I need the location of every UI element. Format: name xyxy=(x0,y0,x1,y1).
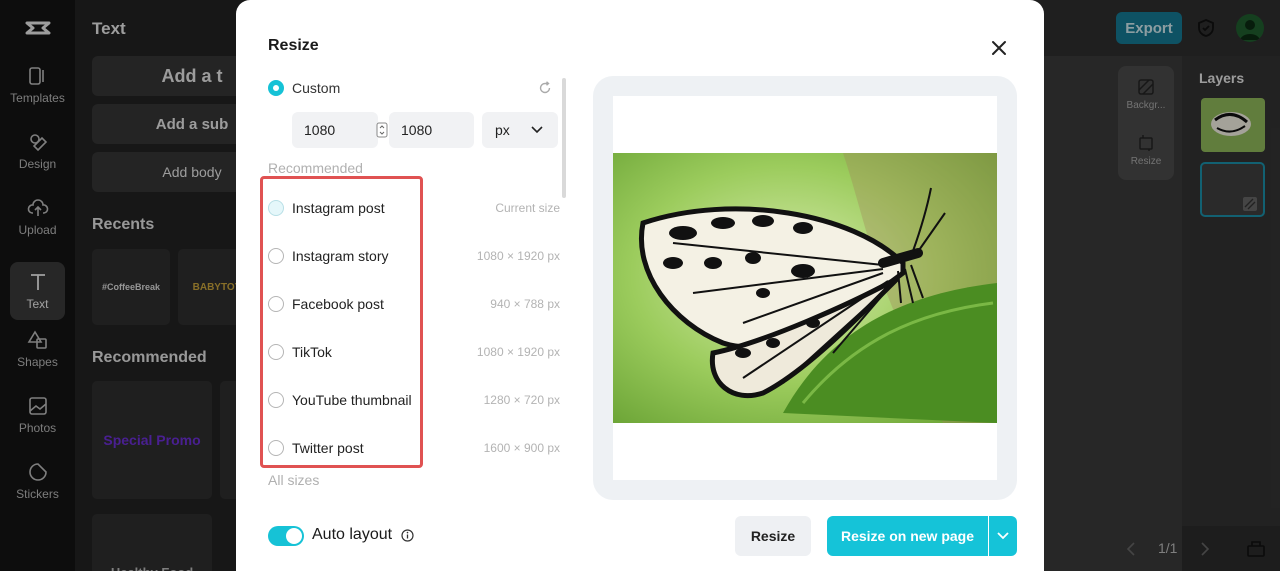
unit-select[interactable]: px xyxy=(482,112,558,148)
preset-option[interactable]: Instagram story 1080 × 1920 px xyxy=(268,232,560,280)
preset-size: 940 × 788 px xyxy=(490,297,560,311)
lock-ratio-icon[interactable] xyxy=(376,122,388,138)
preset-size: 1600 × 900 px xyxy=(483,441,560,455)
preset-option[interactable]: YouTube thumbnail 1280 × 720 px xyxy=(268,376,560,424)
close-icon[interactable] xyxy=(988,37,1010,59)
preset-name: Facebook post xyxy=(292,296,384,312)
preset-option[interactable]: Twitter post 1600 × 900 px xyxy=(268,424,560,472)
chevron-down-icon xyxy=(531,126,543,134)
resize-button[interactable]: Resize xyxy=(735,516,811,556)
preset-name: YouTube thumbnail xyxy=(292,392,412,408)
options-scrollbar[interactable] xyxy=(562,78,566,198)
preset-radio[interactable] xyxy=(268,248,284,264)
chevron-down-icon xyxy=(997,532,1009,540)
auto-layout-toggle[interactable] xyxy=(268,526,304,546)
auto-layout-label: Auto layout xyxy=(312,526,393,543)
recommended-label: Recommended xyxy=(268,160,363,176)
preset-name: TikTok xyxy=(292,344,332,360)
custom-label: Custom xyxy=(292,80,341,96)
preset-size: 1080 × 1920 px xyxy=(476,249,560,263)
preset-option[interactable]: Instagram post Current size xyxy=(268,184,560,232)
preset-size: 1280 × 720 px xyxy=(483,393,560,407)
preset-size: Current size xyxy=(495,201,560,215)
preset-option[interactable]: TikTok 1080 × 1920 px xyxy=(268,328,560,376)
dialog-title: Resize xyxy=(268,37,319,54)
custom-radio[interactable] xyxy=(268,80,284,96)
resize-dialog: Resize Custom px Recommended Instagram p… xyxy=(236,0,1044,571)
info-icon[interactable] xyxy=(401,529,414,542)
resize-options-dropdown[interactable] xyxy=(989,516,1017,556)
preset-radio[interactable] xyxy=(268,440,284,456)
preset-radio[interactable] xyxy=(268,296,284,312)
preset-option[interactable]: Facebook post 940 × 788 px xyxy=(268,280,560,328)
reset-icon[interactable] xyxy=(538,81,552,95)
preset-name: Instagram story xyxy=(292,248,389,264)
butterfly-image xyxy=(613,153,997,423)
preset-size: 1080 × 1920 px xyxy=(476,345,560,359)
resize-on-new-page-button[interactable]: Resize on new page xyxy=(827,516,988,556)
width-input[interactable] xyxy=(292,112,378,148)
preset-radio[interactable] xyxy=(268,200,284,216)
unit-value: px xyxy=(495,122,510,138)
all-sizes-label: All sizes xyxy=(268,472,320,488)
resize-preview xyxy=(593,76,1017,500)
preview-page xyxy=(613,96,997,480)
preset-name: Twitter post xyxy=(292,440,364,456)
preset-name: Instagram post xyxy=(292,200,385,216)
preset-radio[interactable] xyxy=(268,344,284,360)
preset-radio[interactable] xyxy=(268,392,284,408)
height-input[interactable] xyxy=(389,112,474,148)
